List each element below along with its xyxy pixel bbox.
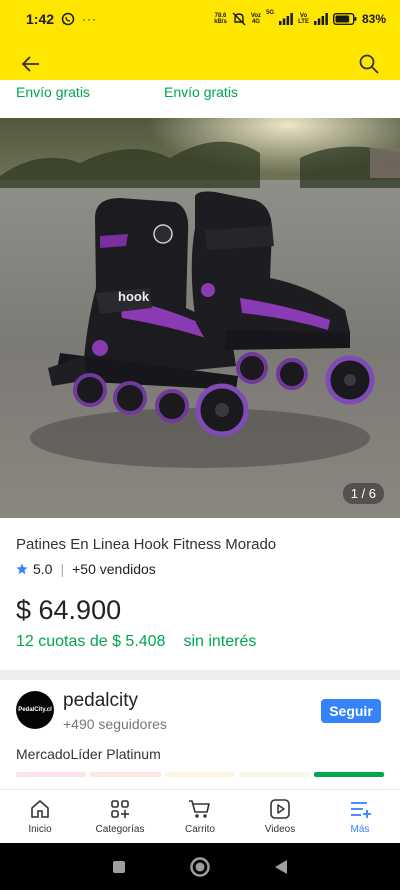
thermometer-segment: [90, 772, 161, 777]
thermometer-segment: [313, 772, 385, 777]
sold-count: +50 vendidos: [72, 561, 156, 577]
rating-row: 5.0 | +50 vendidos: [16, 561, 156, 577]
status-time: 1:42: [26, 11, 55, 27]
star-icon: [16, 563, 28, 575]
nav-item-videos[interactable]: Videos: [240, 790, 320, 843]
home-button-icon[interactable]: [189, 856, 211, 878]
network-speed: 78.6 kB/s: [214, 13, 227, 25]
nav-item-home[interactable]: Inicio: [0, 790, 80, 843]
bottom-navigation: Inicio Categorías Carrito Videos Más: [0, 789, 400, 843]
mute-icon: [232, 12, 246, 26]
more-notifications-icon: ···: [82, 12, 98, 26]
nav-label: Inicio: [28, 824, 52, 835]
battery-icon: [332, 13, 357, 25]
battery-percent: 83%: [361, 12, 386, 26]
categories-icon: [111, 800, 129, 818]
follow-button[interactable]: Seguir: [321, 699, 381, 723]
rating-separator: |: [60, 561, 65, 577]
installments-row: 12 cuotas de $ 5.408 sin interés: [16, 633, 256, 651]
nav-item-more[interactable]: Más: [320, 790, 400, 843]
seller-followers: +490 seguidores: [63, 716, 167, 732]
fiveg-label: 5G: [266, 10, 275, 16]
section-divider: [0, 670, 400, 680]
nav-label: Videos: [264, 824, 296, 835]
signal-2-icon: [313, 13, 328, 25]
video-icon: [270, 799, 290, 819]
recents-icon[interactable]: [111, 859, 127, 875]
free-shipping-label: Envío gratis: [16, 84, 90, 100]
cart-icon: [189, 800, 210, 818]
thermometer-segment: [16, 772, 87, 777]
product-image-gallery[interactable]: hook 1 / 6: [0, 118, 400, 518]
seller-reputation-thermometer: [16, 772, 385, 777]
back-triangle-icon[interactable]: [273, 858, 289, 876]
sim2-label: Vo LTE: [298, 13, 309, 25]
installments-text: 12 cuotas de $ 5.408: [16, 633, 166, 650]
sim1-label: Voz 4G: [250, 13, 262, 25]
seller-level: MercadoLíder Platinum: [16, 746, 161, 762]
thermometer-segment: [164, 772, 236, 777]
no-interest-text: sin interés: [183, 633, 257, 650]
signal-1-icon: [279, 13, 293, 25]
nav-label: Carrito: [184, 824, 215, 835]
nav-item-categories[interactable]: Categorías: [80, 790, 160, 843]
whatsapp-icon: [61, 12, 75, 26]
image-counter: 1 / 6: [342, 483, 384, 504]
free-shipping-label: Envío gratis: [164, 84, 238, 100]
thermometer-segment: [239, 772, 310, 777]
skate-brand-text: hook: [118, 289, 150, 304]
seller-name[interactable]: pedalcity: [63, 690, 138, 712]
product-photo: hook: [0, 118, 400, 518]
system-navigation-bar: [0, 843, 400, 890]
seller-avatar[interactable]: PedalCity.cl: [16, 691, 54, 729]
product-title: Patines En Linea Hook Fitness Morado: [16, 536, 277, 553]
nav-label: Categorías: [95, 824, 145, 835]
back-arrow-icon[interactable]: [20, 53, 42, 75]
home-icon: [31, 800, 49, 818]
status-bar: 1:42 ··· 78.6 kB/s Voz 4G 5G Vo LTE 83%: [0, 0, 400, 38]
search-icon[interactable]: [358, 53, 380, 75]
free-shipping-row: Envío gratis Envío gratis: [0, 80, 400, 118]
nav-item-cart[interactable]: Carrito: [160, 790, 240, 843]
nav-label: Más: [350, 824, 370, 835]
product-price: $ 64.900: [16, 595, 122, 625]
seller-logo-text: PedalCity.cl: [18, 707, 52, 713]
menu-more-icon: [351, 802, 371, 818]
rating-value: 5.0: [33, 561, 53, 577]
